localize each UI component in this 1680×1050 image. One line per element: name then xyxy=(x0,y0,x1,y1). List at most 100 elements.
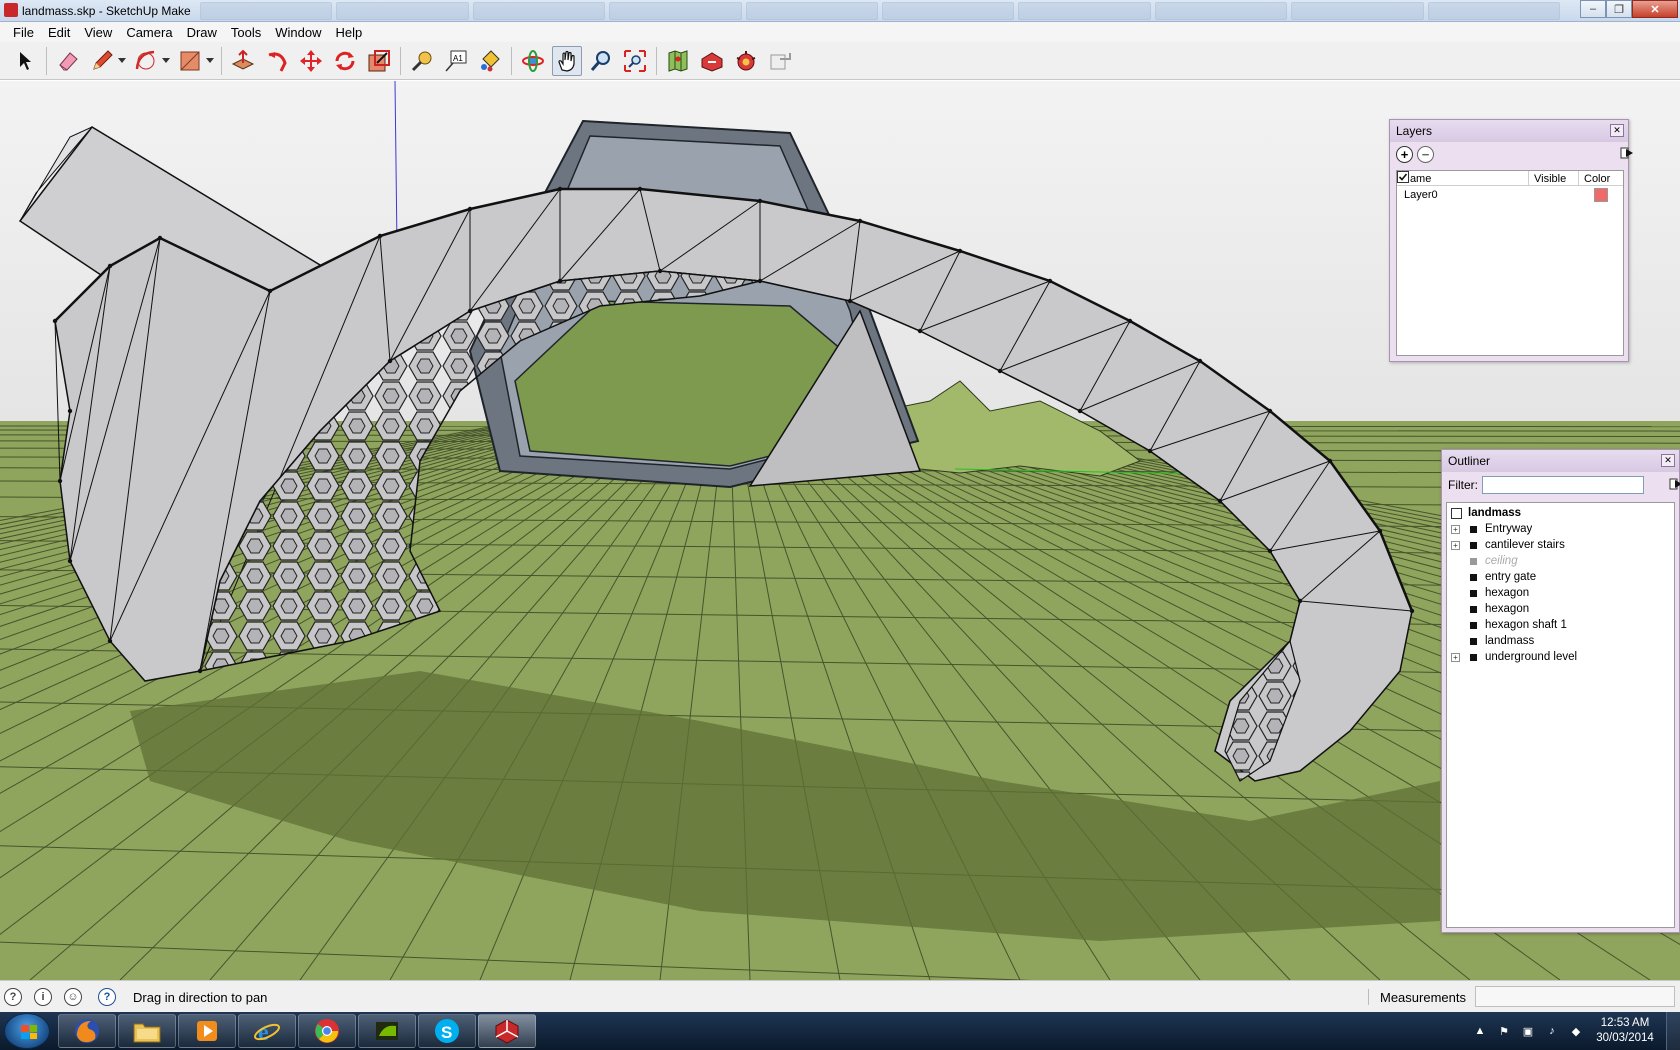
credits-info-icon[interactable]: i xyxy=(34,988,52,1006)
follow-me-tool-button[interactable] xyxy=(262,46,292,76)
eraser-tool-button[interactable] xyxy=(53,46,83,76)
tree-item[interactable]: entry gate xyxy=(1447,569,1674,585)
measurements-input[interactable] xyxy=(1475,986,1675,1007)
layers-close-button[interactable]: ✕ xyxy=(1610,124,1624,137)
tree-item-label[interactable]: ceiling xyxy=(1485,555,1518,567)
layer-row[interactable]: Layer0 xyxy=(1397,171,1623,204)
push-pull-tool-button[interactable] xyxy=(228,46,258,76)
menu-camera[interactable]: Camera xyxy=(119,25,179,40)
tree-item[interactable]: + cantilever stairs xyxy=(1447,537,1674,553)
taskbar-chrome[interactable] xyxy=(298,1014,356,1048)
expand-icon[interactable]: + xyxy=(1451,540,1460,550)
column-visible[interactable]: Visible xyxy=(1529,171,1579,185)
close-button[interactable]: ✕ xyxy=(1632,0,1678,18)
shape-tool-button[interactable] xyxy=(175,46,205,76)
geo-location-icon[interactable]: ? xyxy=(4,988,22,1006)
tree-item-label[interactable]: hexagon shaft 1 xyxy=(1485,619,1567,631)
paint-bucket-tool-button[interactable] xyxy=(475,46,505,76)
toolbar-separator xyxy=(656,46,657,75)
zoom-extents-tool-button[interactable] xyxy=(620,46,650,76)
move-tool-button[interactable] xyxy=(296,46,326,76)
scale-tool-button[interactable] xyxy=(364,46,394,76)
tree-item[interactable]: hexagon xyxy=(1447,585,1674,601)
layer-color-swatch[interactable] xyxy=(1594,188,1608,202)
layer-name[interactable]: Layer0 xyxy=(1404,189,1438,201)
column-color[interactable]: Color xyxy=(1579,171,1623,185)
send-to-layout-button[interactable] xyxy=(765,46,795,76)
taskbar-explorer[interactable] xyxy=(118,1014,176,1048)
tree-item[interactable]: hexagon xyxy=(1447,601,1674,617)
show-desktop-button[interactable] xyxy=(1666,1012,1680,1050)
tree-item[interactable]: ceiling xyxy=(1447,553,1674,569)
extension-warehouse-button[interactable] xyxy=(731,46,761,76)
arc-tool-dropdown[interactable] xyxy=(161,46,171,76)
select-tool-button[interactable] xyxy=(10,46,40,76)
menu-tools[interactable]: Tools xyxy=(224,25,268,40)
menu-window[interactable]: Window xyxy=(268,25,328,40)
mesh-vertex xyxy=(157,235,163,241)
tree-root[interactable]: landmass xyxy=(1447,505,1674,521)
tree-item-label[interactable]: underground level xyxy=(1485,651,1577,663)
eraser-icon xyxy=(59,51,78,71)
rotate-tool-button[interactable] xyxy=(330,46,360,76)
user-account-icon[interactable]: ☺ xyxy=(64,988,82,1006)
tree-item-label[interactable]: cantilever stairs xyxy=(1485,539,1565,551)
line-tool-button[interactable] xyxy=(87,46,117,76)
network-icon[interactable]: ▣ xyxy=(1521,1024,1535,1038)
system-clock[interactable]: 12:53 AM 30/03/2014 xyxy=(1592,1016,1658,1046)
start-button[interactable] xyxy=(4,1013,50,1049)
text-tool-button[interactable]: A1 xyxy=(441,46,471,76)
taskbar-firefox[interactable] xyxy=(58,1014,116,1048)
show-hidden-icons-icon[interactable]: ▲ xyxy=(1473,1024,1487,1038)
expand-icon[interactable]: + xyxy=(1451,652,1460,662)
tree-item[interactable]: + underground level xyxy=(1447,649,1674,665)
delete-layer-button[interactable]: − xyxy=(1417,145,1434,163)
expand-icon[interactable]: + xyxy=(1451,524,1460,534)
mesh-vertex xyxy=(467,308,473,314)
menu-file[interactable]: File xyxy=(6,25,41,40)
taskbar-media-player[interactable] xyxy=(178,1014,236,1048)
outliner-close-button[interactable]: ✕ xyxy=(1661,454,1675,467)
add-location-button[interactable] xyxy=(663,46,693,76)
mesh-vertex xyxy=(467,206,473,212)
visible-checkbox-icon[interactable] xyxy=(1397,171,1409,183)
tree-item[interactable]: + Entryway xyxy=(1447,521,1674,537)
taskbar-sketchup[interactable] xyxy=(478,1014,536,1048)
filter-input[interactable] xyxy=(1482,476,1644,494)
tree-item[interactable]: hexagon shaft 1 xyxy=(1447,617,1674,633)
chevron-down-icon xyxy=(206,58,214,63)
menu-draw[interactable]: Draw xyxy=(180,25,224,40)
zoom-tool-button[interactable] xyxy=(586,46,616,76)
tree-item-label[interactable]: Entryway xyxy=(1485,523,1532,535)
maximize-button[interactable]: ❐ xyxy=(1606,0,1632,18)
taskbar-internet-explorer[interactable]: e xyxy=(238,1014,296,1048)
menu-help[interactable]: Help xyxy=(329,25,370,40)
3d-warehouse-button[interactable] xyxy=(697,46,727,76)
line-tool-dropdown[interactable] xyxy=(117,46,127,76)
tree-item-label[interactable]: landmass xyxy=(1485,635,1534,647)
add-layer-button[interactable]: + xyxy=(1396,145,1413,163)
tree-item-label[interactable]: hexagon xyxy=(1485,603,1529,615)
taskbar-nvidia[interactable] xyxy=(358,1014,416,1048)
tree-item[interactable]: landmass xyxy=(1447,633,1674,649)
toolbar-separator xyxy=(511,46,512,75)
pan-tool-button[interactable] xyxy=(552,45,582,76)
action-center-flag-icon[interactable]: ⚑ xyxy=(1497,1024,1511,1038)
shape-tool-dropdown[interactable] xyxy=(205,46,215,76)
tape-measure-tool-button[interactable] xyxy=(407,46,437,76)
group-icon xyxy=(1470,573,1477,581)
tree-root-label[interactable]: landmass xyxy=(1468,507,1521,519)
modeling-viewport[interactable]: Layers ✕ + − Name Visible Color Layer0 O… xyxy=(0,81,1680,980)
minimize-button[interactable]: – xyxy=(1580,0,1606,18)
arc-tool-button[interactable] xyxy=(131,46,161,76)
menu-view[interactable]: View xyxy=(77,25,119,40)
column-name[interactable]: Name xyxy=(1397,171,1529,185)
volume-icon[interactable]: ♪ xyxy=(1545,1024,1559,1038)
dropbox-icon[interactable]: ◆ xyxy=(1569,1024,1583,1038)
tree-item-label[interactable]: entry gate xyxy=(1485,571,1536,583)
menu-edit[interactable]: Edit xyxy=(41,25,77,40)
taskbar-skype[interactable]: S xyxy=(418,1014,476,1048)
tree-item-label[interactable]: hexagon xyxy=(1485,587,1529,599)
help-icon[interactable]: ? xyxy=(98,988,116,1006)
orbit-tool-button[interactable] xyxy=(518,46,548,76)
